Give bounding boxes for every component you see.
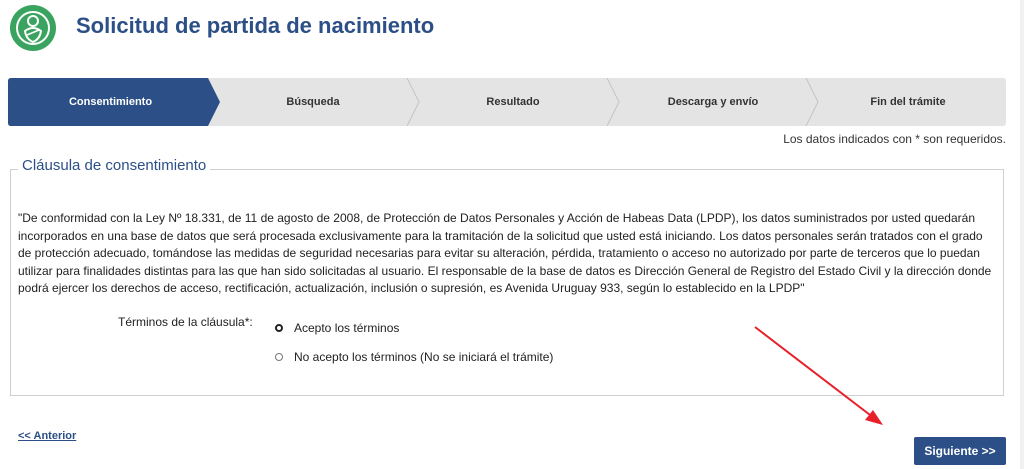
accept-terms-option[interactable]: Acepto los términos	[275, 319, 399, 337]
clause-text: "De conformidad con la Ley Nº 18.331, de…	[18, 211, 992, 296]
progress-stepper: Consentimiento Búsqueda Resultado Descar…	[8, 78, 1006, 126]
reject-terms-label[interactable]: No acepto los términos (No se iniciará e…	[294, 350, 553, 364]
clause-legend: Cláusula de consentimiento	[18, 157, 211, 174]
logo	[10, 5, 56, 51]
step-consentimiento: Consentimiento	[68, 96, 153, 108]
terms-label: Términos de la cláusula*:	[118, 315, 253, 329]
step-busqueda: Búsqueda	[286, 96, 340, 108]
accept-terms-radio[interactable]	[275, 324, 283, 332]
baby-swaddle-icon	[16, 11, 50, 45]
step-descarga-envio: Descarga y envío	[667, 96, 759, 108]
reject-terms-radio[interactable]	[275, 353, 283, 361]
previous-link[interactable]: << Anterior	[18, 430, 76, 442]
required-fields-note: Los datos indicados con * son requeridos…	[783, 132, 1006, 146]
step-fin-tramite: Fin del trámite	[870, 96, 946, 108]
next-button[interactable]: Siguiente >>	[914, 437, 1006, 465]
step-resultado: Resultado	[486, 96, 540, 108]
scrollbar[interactable]	[1020, 0, 1024, 469]
reject-terms-option[interactable]: No acepto los términos (No se iniciará e…	[275, 348, 553, 366]
page-title: Solicitud de partida de nacimiento	[76, 13, 435, 38]
accept-terms-label[interactable]: Acepto los términos	[294, 321, 399, 335]
